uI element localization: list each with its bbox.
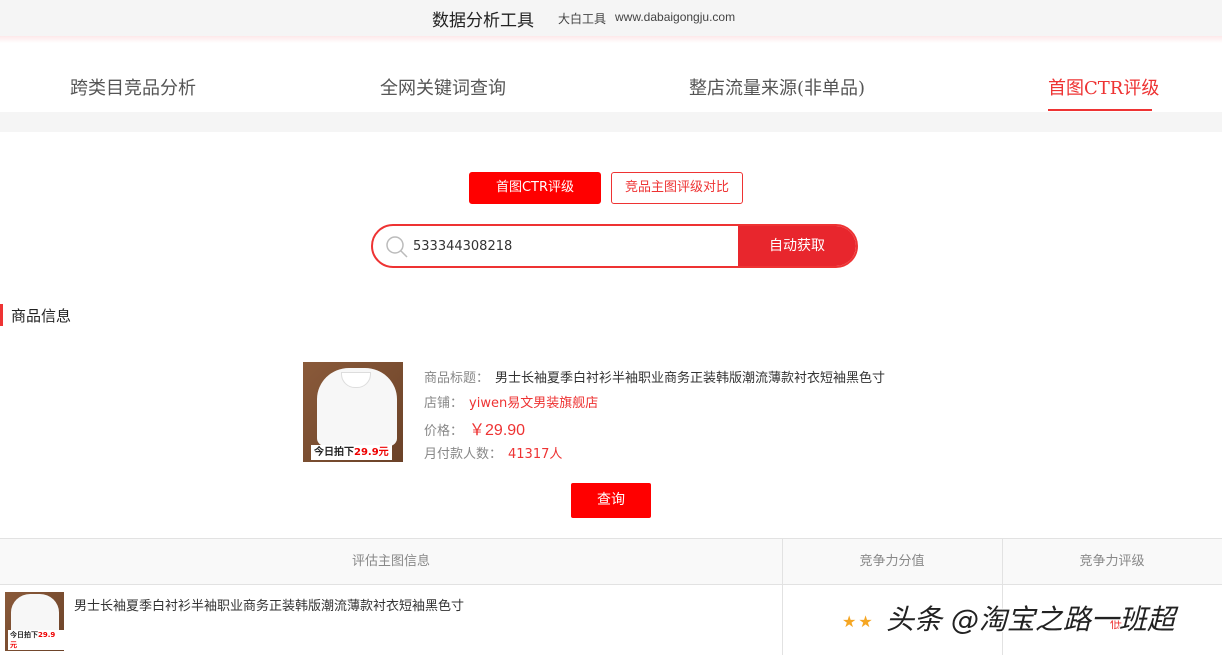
row-product-title: 男士长袖夏季白衬衫半袖职业商务正装韩版潮流薄款衬衣短袖黑色寸 [74,599,465,614]
price-row: 价格： ￥29.90 [424,416,525,440]
buyers-row: 月付款人数： 41317人 [424,443,562,462]
search-bar: 自动获取 [371,224,858,268]
active-tab-indicator [1048,109,1152,111]
tab-keyword-search[interactable]: 全网关键词查询 [380,74,506,100]
tab-cross-category[interactable]: 跨类目竞品分析 [70,74,196,100]
auto-fetch-button[interactable]: 自动获取 [738,226,856,266]
section-marker [0,304,3,326]
buyers-label: 月付款人数： [424,447,503,462]
header-score: 竞争力分值 [859,554,925,569]
query-button[interactable]: 查询 [571,483,651,518]
tab-store-traffic[interactable]: 整店流量来源(非单品) [689,74,865,100]
item-id-input[interactable] [413,226,733,266]
top-bar: 数据分析工具 大白工具 www.dabaigongju.com [0,0,1222,36]
product-price: ￥29.90 [469,422,526,439]
section-title: 商品信息 [11,307,72,325]
header-image-info: 评估主图信息 [351,554,430,569]
product-title-label: 商品标题： [424,371,490,386]
tab-ctr-rating[interactable]: 首图CTR评级 [1048,74,1159,100]
tab-separator [0,112,1222,132]
product-image: 今日拍下29.9元 [303,362,403,462]
shop-label: 店铺： [424,396,464,411]
rating-stars: ★★ [842,612,875,631]
monthly-buyers: 41317人 [508,447,563,462]
compare-mode-button[interactable]: 竞品主图评级对比 [611,172,743,204]
price-label: 价格： [424,424,464,439]
product-title-row: 商品标题： 男士长袖夏季白衬衫半袖职业商务正装韩版潮流薄款衬衣短袖黑色寸 [424,367,885,386]
search-icon [385,235,409,259]
watermark: 头条 @淘宝之路一班超 [886,603,1175,636]
product-title: 男士长袖夏季白衬衫半袖职业商务正装韩版潮流薄款衬衣短袖黑色寸 [495,371,886,386]
tab-bar: 跨类目竞品分析 全网关键词查询 整店流量来源(非单品) 首图CTR评级 [0,62,1222,112]
shop-row: 店铺： yiwen易文男装旗舰店 [424,392,598,411]
table-header: 评估主图信息 竞争力分值 竞争力评级 [0,539,1222,585]
brand-name: 大白工具 [558,12,607,26]
shop-name[interactable]: yiwen易文男装旗舰店 [469,396,598,411]
column-divider [782,539,783,655]
app-title: 数据分析工具 [432,11,534,31]
header-divider [0,36,1222,43]
header-grade: 竞争力评级 [1079,554,1145,569]
row-product-image: 今日拍下29.9元 [5,592,64,651]
site-url[interactable]: www.dabaigongju.com [615,10,735,24]
promo-tag: 今日拍下29.9元 [311,445,392,460]
ctr-rating-mode-button[interactable]: 首图CTR评级 [469,172,601,204]
